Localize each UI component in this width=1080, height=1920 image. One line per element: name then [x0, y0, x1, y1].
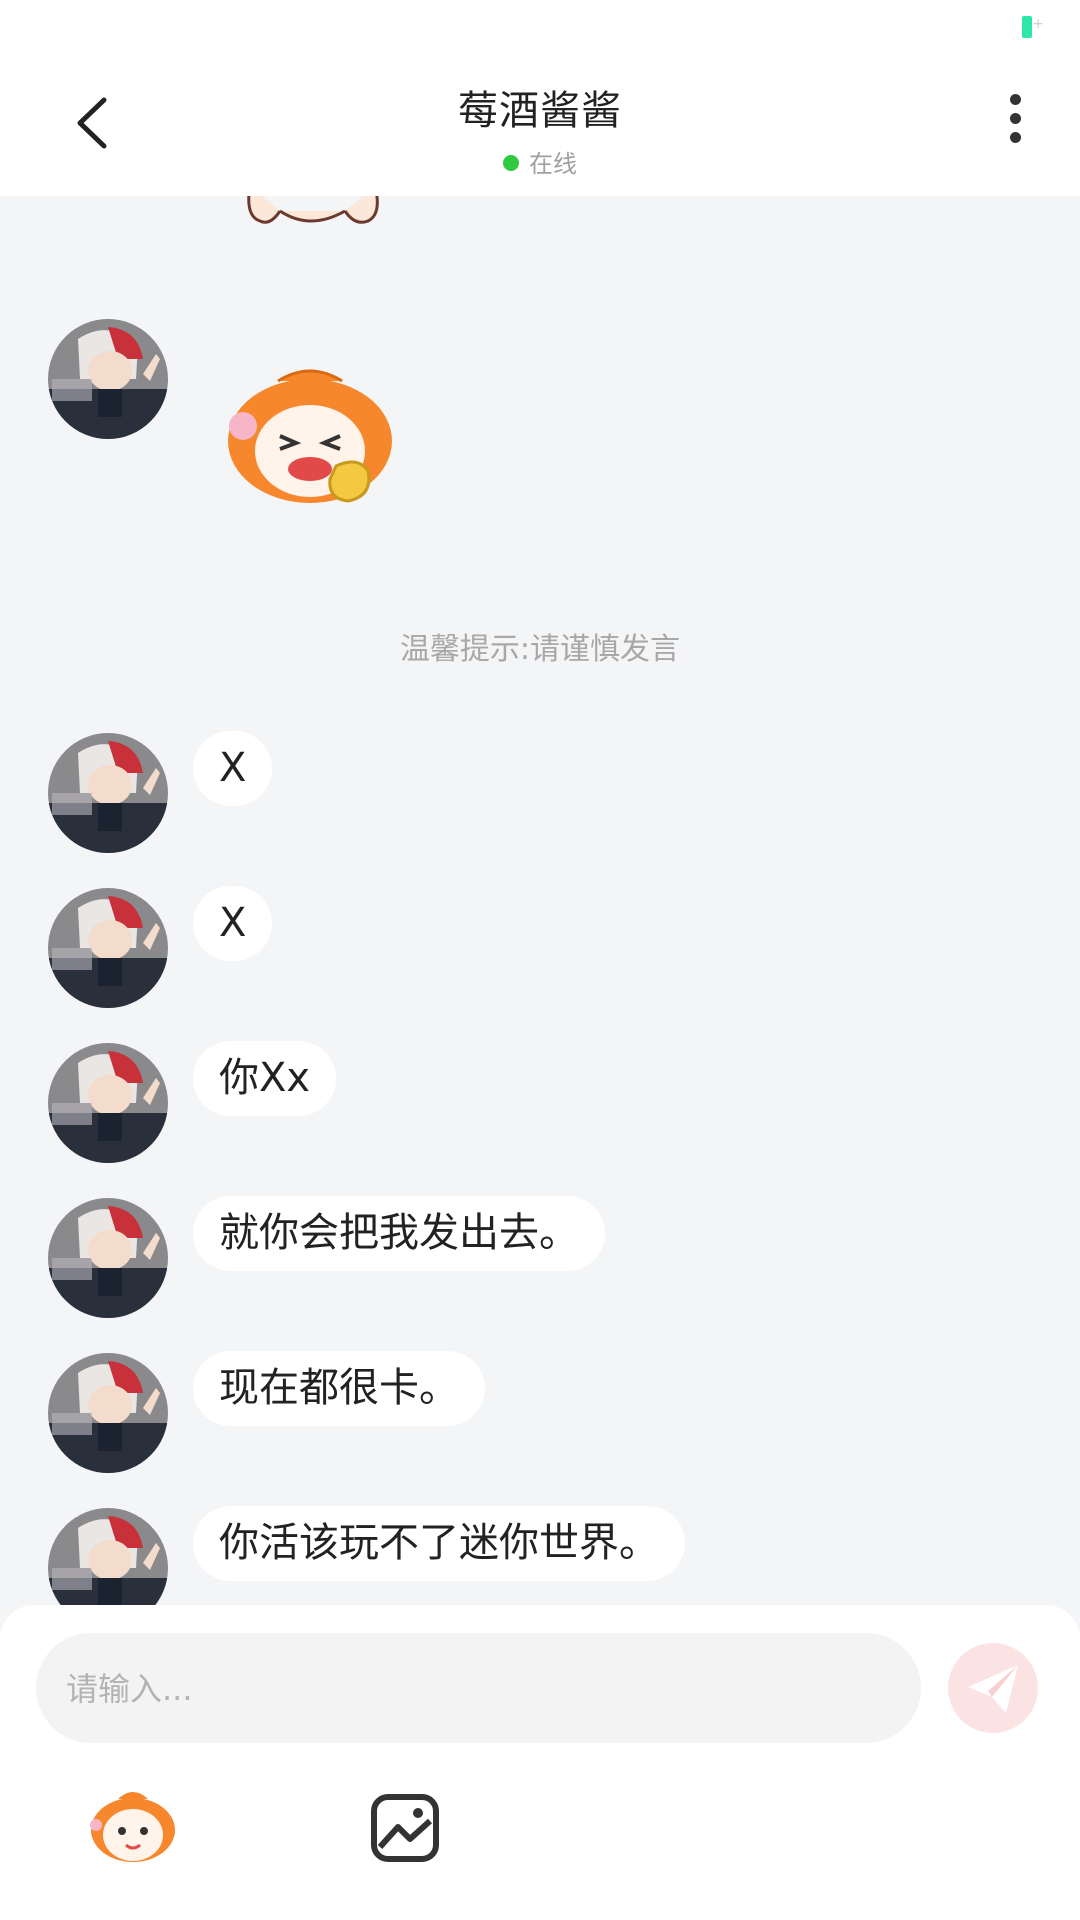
- sticker-image: [228, 369, 392, 503]
- battery-icon: [1022, 16, 1032, 38]
- avatar-image: [48, 1043, 168, 1163]
- avatar-image: [48, 888, 168, 1008]
- image-button[interactable]: [370, 1793, 440, 1863]
- online-dot: [503, 155, 519, 171]
- avatar[interactable]: [48, 1043, 168, 1163]
- more-dots-icon: [990, 94, 1040, 143]
- charging-icon: +: [1032, 16, 1044, 32]
- send-icon: [968, 1665, 1018, 1713]
- online-status: 在线: [0, 144, 1080, 179]
- avatar-image: [48, 319, 168, 439]
- avatar-image: [48, 1353, 168, 1473]
- send-button[interactable]: [948, 1643, 1038, 1733]
- message-bubble[interactable]: 你活该玩不了迷你世界。: [193, 1506, 685, 1581]
- message-input[interactable]: [64, 1633, 868, 1745]
- avatar[interactable]: [48, 1198, 168, 1318]
- message-bubble[interactable]: 现在都很卡。: [193, 1351, 485, 1426]
- message-bubble[interactable]: X: [193, 731, 273, 806]
- composer-panel: [0, 1605, 1080, 1920]
- warning-tip: 温馨提示:请谨慎发言: [399, 632, 681, 667]
- message-input-wrapper[interactable]: [36, 1633, 921, 1745]
- message-list[interactable]: 温馨提示:请谨慎发言 X X 你Xx 就你会把我发出去。 现在都很卡。 你活该玩…: [0, 196, 1080, 1606]
- avatar[interactable]: [48, 319, 168, 439]
- chat-header: 莓酒酱酱 在线: [0, 56, 1080, 196]
- message-bubble[interactable]: 就你会把我发出去。: [193, 1196, 605, 1271]
- avatar[interactable]: [48, 888, 168, 1008]
- status-bar: +: [0, 0, 1080, 56]
- online-status-label: 在线: [529, 150, 577, 178]
- sticker-image: [247, 196, 379, 224]
- more-options-button[interactable]: [990, 94, 1040, 154]
- emoji-sticker-icon: [90, 1792, 175, 1862]
- avatar-image: [48, 733, 168, 853]
- sticker-button[interactable]: [88, 1785, 178, 1865]
- chat-title: 莓酒酱酱: [458, 88, 622, 134]
- message-bubble[interactable]: 你Xx: [193, 1041, 337, 1116]
- message-bubble[interactable]: X: [193, 886, 273, 961]
- avatar[interactable]: [48, 733, 168, 853]
- avatar[interactable]: [48, 1353, 168, 1473]
- image-icon: [371, 1794, 439, 1862]
- avatar[interactable]: [48, 1508, 168, 1606]
- avatar-image: [48, 1198, 168, 1318]
- avatar-image: [48, 1508, 168, 1606]
